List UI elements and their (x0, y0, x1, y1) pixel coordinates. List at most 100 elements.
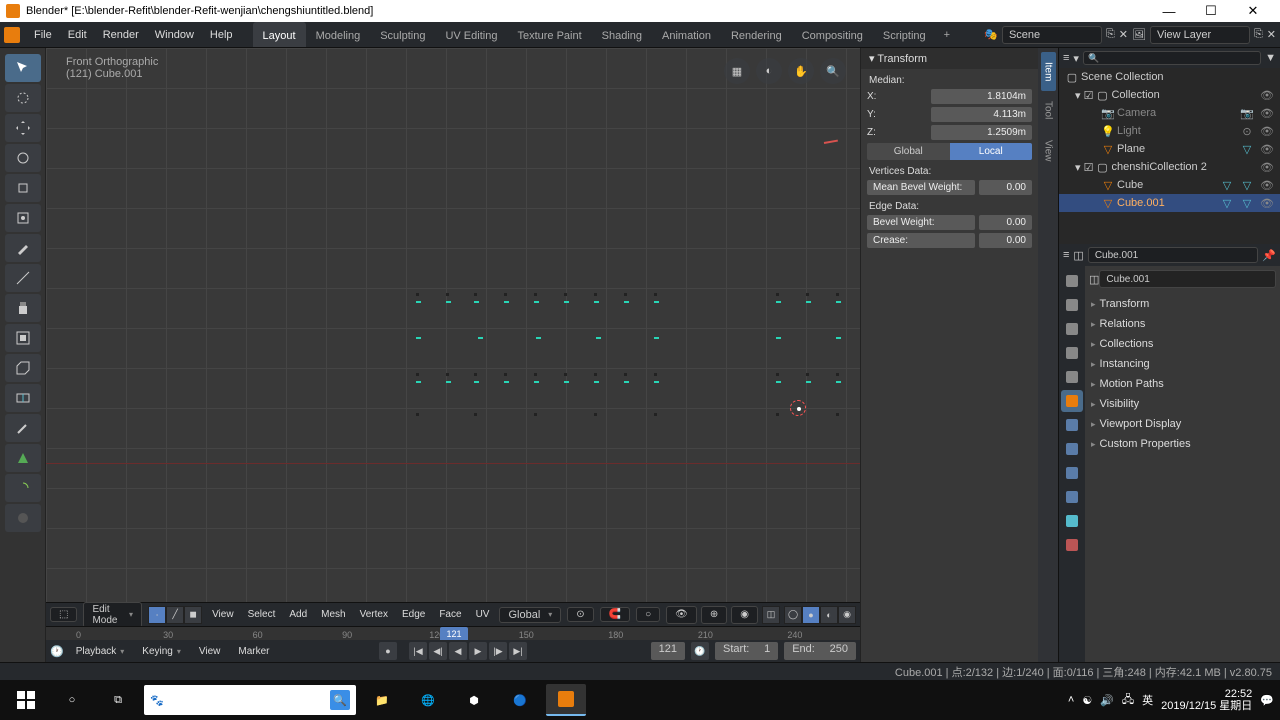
playhead[interactable]: 121 (440, 627, 468, 640)
menu-uv[interactable]: UV (472, 609, 494, 620)
ptab-modifiers[interactable] (1061, 414, 1083, 436)
eye-icon[interactable]: 👁 (1260, 160, 1274, 174)
scene-browse-icon[interactable]: 🎭 (984, 28, 998, 41)
shading-wireframe[interactable]: ◯ (784, 606, 802, 624)
outliner-camera[interactable]: 📷Camera📷👁 (1059, 104, 1280, 122)
menu-mesh[interactable]: Mesh (317, 609, 349, 620)
tb-blender[interactable] (546, 684, 586, 716)
start-frame[interactable]: Start: 1 (715, 642, 778, 660)
tool-loopcut[interactable] (5, 384, 41, 412)
end-frame[interactable]: End: 250 (784, 642, 856, 660)
jump-start[interactable]: |◀ (409, 642, 427, 660)
mode-dropdown[interactable]: Edit Mode (83, 602, 142, 628)
menu-marker[interactable]: Marker (232, 646, 275, 657)
orientation-dropdown[interactable]: Global (499, 607, 561, 623)
ptab-scene[interactable] (1061, 342, 1083, 364)
add-workspace-button[interactable]: + (936, 22, 958, 47)
cat-motionpaths[interactable]: Motion Paths (1089, 374, 1276, 394)
axis-gizmo[interactable] (806, 124, 842, 160)
menu-vertex[interactable]: Vertex (356, 609, 392, 620)
tool-annotate[interactable] (5, 234, 41, 262)
eye-icon[interactable]: 👁 (1260, 88, 1274, 102)
ntab-view[interactable]: View (1041, 130, 1056, 172)
tab-uvediting[interactable]: UV Editing (435, 22, 507, 47)
props-type-icon[interactable]: ≡ (1063, 249, 1069, 261)
orbit-icon[interactable]: ◐ (756, 58, 782, 84)
gizmo-toggle[interactable]: ⊕ (701, 606, 727, 624)
use-preview-range[interactable]: 🕐 (691, 642, 709, 660)
object-name-field[interactable]: Cube.001 (1099, 270, 1276, 288)
xray-toggle[interactable]: ◫ (762, 606, 780, 624)
tb-app2[interactable]: ⬢ (454, 684, 494, 716)
transform-header[interactable]: ▾ Transform (861, 48, 1038, 69)
ptab-particles[interactable] (1061, 438, 1083, 460)
tab-scripting[interactable]: Scripting (873, 22, 936, 47)
ptab-material[interactable] (1061, 534, 1083, 556)
menu-window[interactable]: Window (147, 25, 202, 45)
outliner-cube001[interactable]: ▽Cube.001▽▽👁 (1059, 194, 1280, 212)
play[interactable]: ▶ (469, 642, 487, 660)
eye-icon[interactable]: 👁 (1260, 142, 1274, 156)
overlay-toggle[interactable]: ◉ (731, 606, 758, 624)
tool-spin[interactable] (5, 474, 41, 502)
tool-inset[interactable] (5, 324, 41, 352)
tab-sculpting[interactable]: Sculpting (370, 22, 435, 47)
outliner-plane[interactable]: ▽Plane▽👁 (1059, 140, 1280, 158)
local-button[interactable]: Local (950, 143, 1033, 160)
taskbar-search[interactable]: 🐾 🔍 (144, 685, 356, 715)
shading-solid[interactable]: ● (802, 606, 820, 624)
props-breadcrumb[interactable]: Cube.001 (1088, 247, 1258, 263)
tray-notifications-icon[interactable]: 💬 (1260, 694, 1274, 707)
menu-add[interactable]: Add (285, 609, 311, 620)
viewlayer-field[interactable]: View Layer (1150, 26, 1250, 44)
menu-help[interactable]: Help (202, 25, 241, 45)
scene-delete-button[interactable]: ✕ (1119, 28, 1128, 41)
tool-move[interactable] (5, 114, 41, 142)
ptab-physics[interactable] (1061, 462, 1083, 484)
app-icon[interactable] (4, 27, 20, 43)
menu-face[interactable]: Face (435, 609, 465, 620)
viewlayer-delete-button[interactable]: ✕ (1267, 28, 1276, 41)
tool-cursor[interactable] (5, 84, 41, 112)
menu-select[interactable]: Select (244, 609, 280, 620)
menu-keying[interactable]: Keying (136, 646, 187, 657)
tray-volume-icon[interactable]: 🔊 (1100, 694, 1114, 707)
outliner-scene-collection[interactable]: ▢Scene Collection (1059, 68, 1280, 86)
scene-field[interactable]: Scene (1002, 26, 1102, 44)
cat-relations[interactable]: Relations (1089, 314, 1276, 334)
tool-rotate[interactable] (5, 144, 41, 172)
menu-render[interactable]: Render (95, 25, 147, 45)
zoom-icon[interactable]: 🔍 (820, 58, 846, 84)
median-x[interactable]: 1.8104m (931, 89, 1032, 104)
current-frame[interactable]: 121 (651, 642, 685, 660)
eye-icon[interactable]: 👁 (1260, 124, 1274, 138)
outliner-light[interactable]: 💡Light⊙👁 (1059, 122, 1280, 140)
cortana-button[interactable]: ○ (52, 684, 92, 716)
ptab-output[interactable] (1061, 294, 1083, 316)
viewlayer-browse-icon[interactable]: 🖼 (1132, 28, 1146, 41)
tray-input-icon[interactable]: ☯ (1082, 694, 1092, 707)
outliner-display-icon[interactable]: ▾ (1073, 52, 1079, 65)
ntab-item[interactable]: Item (1041, 52, 1056, 91)
tab-texturepaint[interactable]: Texture Paint (507, 22, 591, 47)
scene-new-button[interactable]: ⎘ (1106, 28, 1115, 41)
ptab-render[interactable] (1061, 270, 1083, 292)
pan-icon[interactable]: ✋ (788, 58, 814, 84)
ptab-world[interactable] (1061, 366, 1083, 388)
mean-bevel-weight[interactable]: 0.00 (979, 180, 1032, 195)
ntab-tool[interactable]: Tool (1041, 91, 1056, 129)
viewlayer-new-button[interactable]: ⎘ (1254, 28, 1263, 41)
cat-instancing[interactable]: Instancing (1089, 354, 1276, 374)
bevel-weight[interactable]: 0.00 (979, 215, 1032, 230)
outliner-filter-icon[interactable]: ▼ (1265, 52, 1276, 64)
tab-modeling[interactable]: Modeling (306, 22, 371, 47)
tool-select-box[interactable] (5, 54, 41, 82)
tool-transform[interactable] (5, 204, 41, 232)
tab-rendering[interactable]: Rendering (721, 22, 792, 47)
median-z[interactable]: 1.2509m (931, 125, 1032, 140)
cat-transform[interactable]: Transform (1089, 294, 1276, 314)
tool-polybuild[interactable] (5, 444, 41, 472)
eye-icon[interactable]: 👁 (1260, 196, 1274, 210)
tool-scale[interactable] (5, 174, 41, 202)
prev-key[interactable]: ◀| (429, 642, 447, 660)
